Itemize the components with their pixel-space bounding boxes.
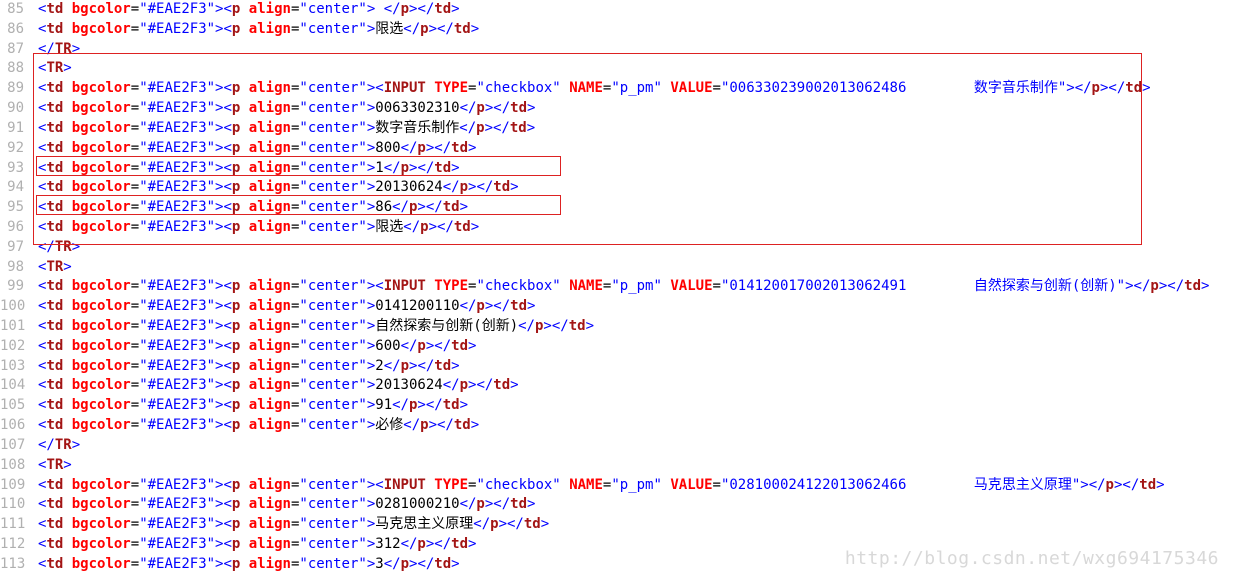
line-number: 91 — [0, 119, 30, 139]
code-line: 86<td bgcolor="#EAE2F3"><p align="center… — [0, 20, 1237, 40]
code-line: 106<td bgcolor="#EAE2F3"><p align="cente… — [0, 416, 1237, 436]
code-line: 91<td bgcolor="#EAE2F3"><p align="center… — [0, 119, 1237, 139]
code-line: 104<td bgcolor="#EAE2F3"><p align="cente… — [0, 376, 1237, 396]
line-number: 98 — [0, 258, 30, 278]
code-line: 88<TR> — [0, 59, 1237, 79]
code-content: <td bgcolor="#EAE2F3"><p align="center">… — [30, 277, 1209, 297]
line-number: 92 — [0, 139, 30, 159]
line-number: 87 — [0, 40, 30, 60]
line-number: 102 — [0, 337, 30, 357]
code-content: </TR> — [30, 436, 80, 456]
code-content: <td bgcolor="#EAE2F3"><p align="center">… — [30, 357, 460, 377]
line-number: 111 — [0, 515, 30, 535]
code-content: <td bgcolor="#EAE2F3"><p align="center">… — [30, 476, 1165, 496]
code-content: <td bgcolor="#EAE2F3"><p align="center">… — [30, 376, 519, 396]
line-number: 113 — [0, 555, 30, 575]
line-number: 105 — [0, 396, 30, 416]
code-content: <TR> — [30, 258, 72, 278]
code-line: 95<td bgcolor="#EAE2F3"><p align="center… — [0, 198, 1237, 218]
code-line: 107</TR> — [0, 436, 1237, 456]
line-number: 104 — [0, 376, 30, 396]
code-line: 102<td bgcolor="#EAE2F3"><p align="cente… — [0, 337, 1237, 357]
code-line: 85<td bgcolor="#EAE2F3"><p align="center… — [0, 0, 1237, 20]
line-number: 97 — [0, 238, 30, 258]
code-line: 98<TR> — [0, 258, 1237, 278]
code-content: <td bgcolor="#EAE2F3"><p align="center">… — [30, 99, 535, 119]
code-content: <TR> — [30, 59, 72, 79]
code-line: 90<td bgcolor="#EAE2F3"><p align="center… — [0, 99, 1237, 119]
line-number: 108 — [0, 456, 30, 476]
code-line: 101<td bgcolor="#EAE2F3"><p align="cente… — [0, 317, 1237, 337]
code-line: 94<td bgcolor="#EAE2F3"><p align="center… — [0, 178, 1237, 198]
line-number: 99 — [0, 277, 30, 297]
code-content: </TR> — [30, 40, 80, 60]
line-number: 86 — [0, 20, 30, 40]
code-content: <td bgcolor="#EAE2F3"><p align="center">… — [30, 119, 535, 139]
code-line: 87</TR> — [0, 40, 1237, 60]
code-listing: 85<td bgcolor="#EAE2F3"><p align="center… — [0, 0, 1237, 575]
code-content: <td bgcolor="#EAE2F3"><p align="center">… — [30, 198, 468, 218]
code-line: 110<td bgcolor="#EAE2F3"><p align="cente… — [0, 495, 1237, 515]
line-number: 89 — [0, 79, 30, 99]
code-content: <td bgcolor="#EAE2F3"><p align="center">… — [30, 0, 460, 20]
code-line: 99<td bgcolor="#EAE2F3"><p align="center… — [0, 277, 1237, 297]
code-line: 112<td bgcolor="#EAE2F3"><p align="cente… — [0, 535, 1237, 555]
line-number: 100 — [0, 297, 30, 317]
line-number: 103 — [0, 357, 30, 377]
code-content: <td bgcolor="#EAE2F3"><p align="center">… — [30, 297, 535, 317]
code-content: <td bgcolor="#EAE2F3"><p align="center">… — [30, 337, 476, 357]
line-number: 93 — [0, 159, 30, 179]
code-content: <td bgcolor="#EAE2F3"><p align="center">… — [30, 396, 468, 416]
code-content: <td bgcolor="#EAE2F3"><p align="center">… — [30, 555, 460, 575]
line-number: 106 — [0, 416, 30, 436]
code-line: 96<td bgcolor="#EAE2F3"><p align="center… — [0, 218, 1237, 238]
code-content: <td bgcolor="#EAE2F3"><p align="center">… — [30, 416, 479, 436]
code-line: 92<td bgcolor="#EAE2F3"><p align="center… — [0, 139, 1237, 159]
code-line: 89<td bgcolor="#EAE2F3"><p align="center… — [0, 79, 1237, 99]
line-number: 110 — [0, 495, 30, 515]
code-content: <td bgcolor="#EAE2F3"><p align="center">… — [30, 159, 460, 179]
code-content: <td bgcolor="#EAE2F3"><p align="center">… — [30, 218, 479, 238]
line-number: 96 — [0, 218, 30, 238]
code-line: 109<td bgcolor="#EAE2F3"><p align="cente… — [0, 476, 1237, 496]
line-number: 90 — [0, 99, 30, 119]
line-number: 109 — [0, 476, 30, 496]
line-number: 95 — [0, 198, 30, 218]
line-number: 94 — [0, 178, 30, 198]
code-line: 108<TR> — [0, 456, 1237, 476]
code-line: 111<td bgcolor="#EAE2F3"><p align="cente… — [0, 515, 1237, 535]
code-content: <td bgcolor="#EAE2F3"><p align="center">… — [30, 20, 479, 40]
code-content: <td bgcolor="#EAE2F3"><p align="center">… — [30, 515, 549, 535]
code-content: <td bgcolor="#EAE2F3"><p align="center">… — [30, 535, 476, 555]
code-line: 100<td bgcolor="#EAE2F3"><p align="cente… — [0, 297, 1237, 317]
line-number: 101 — [0, 317, 30, 337]
code-content: <td bgcolor="#EAE2F3"><p align="center">… — [30, 495, 535, 515]
code-content: <td bgcolor="#EAE2F3"><p align="center">… — [30, 139, 476, 159]
code-line: 97</TR> — [0, 238, 1237, 258]
code-content: <td bgcolor="#EAE2F3"><p align="center">… — [30, 317, 594, 337]
code-content: </TR> — [30, 238, 80, 258]
line-number: 85 — [0, 0, 30, 20]
code-line: 105<td bgcolor="#EAE2F3"><p align="cente… — [0, 396, 1237, 416]
line-number: 107 — [0, 436, 30, 456]
code-content: <TR> — [30, 456, 72, 476]
code-content: <td bgcolor="#EAE2F3"><p align="center">… — [30, 79, 1151, 99]
code-line: 93<td bgcolor="#EAE2F3"><p align="center… — [0, 159, 1237, 179]
line-number: 88 — [0, 59, 30, 79]
code-line: 113<td bgcolor="#EAE2F3"><p align="cente… — [0, 555, 1237, 575]
code-line: 103<td bgcolor="#EAE2F3"><p align="cente… — [0, 357, 1237, 377]
line-number: 112 — [0, 535, 30, 555]
code-content: <td bgcolor="#EAE2F3"><p align="center">… — [30, 178, 519, 198]
